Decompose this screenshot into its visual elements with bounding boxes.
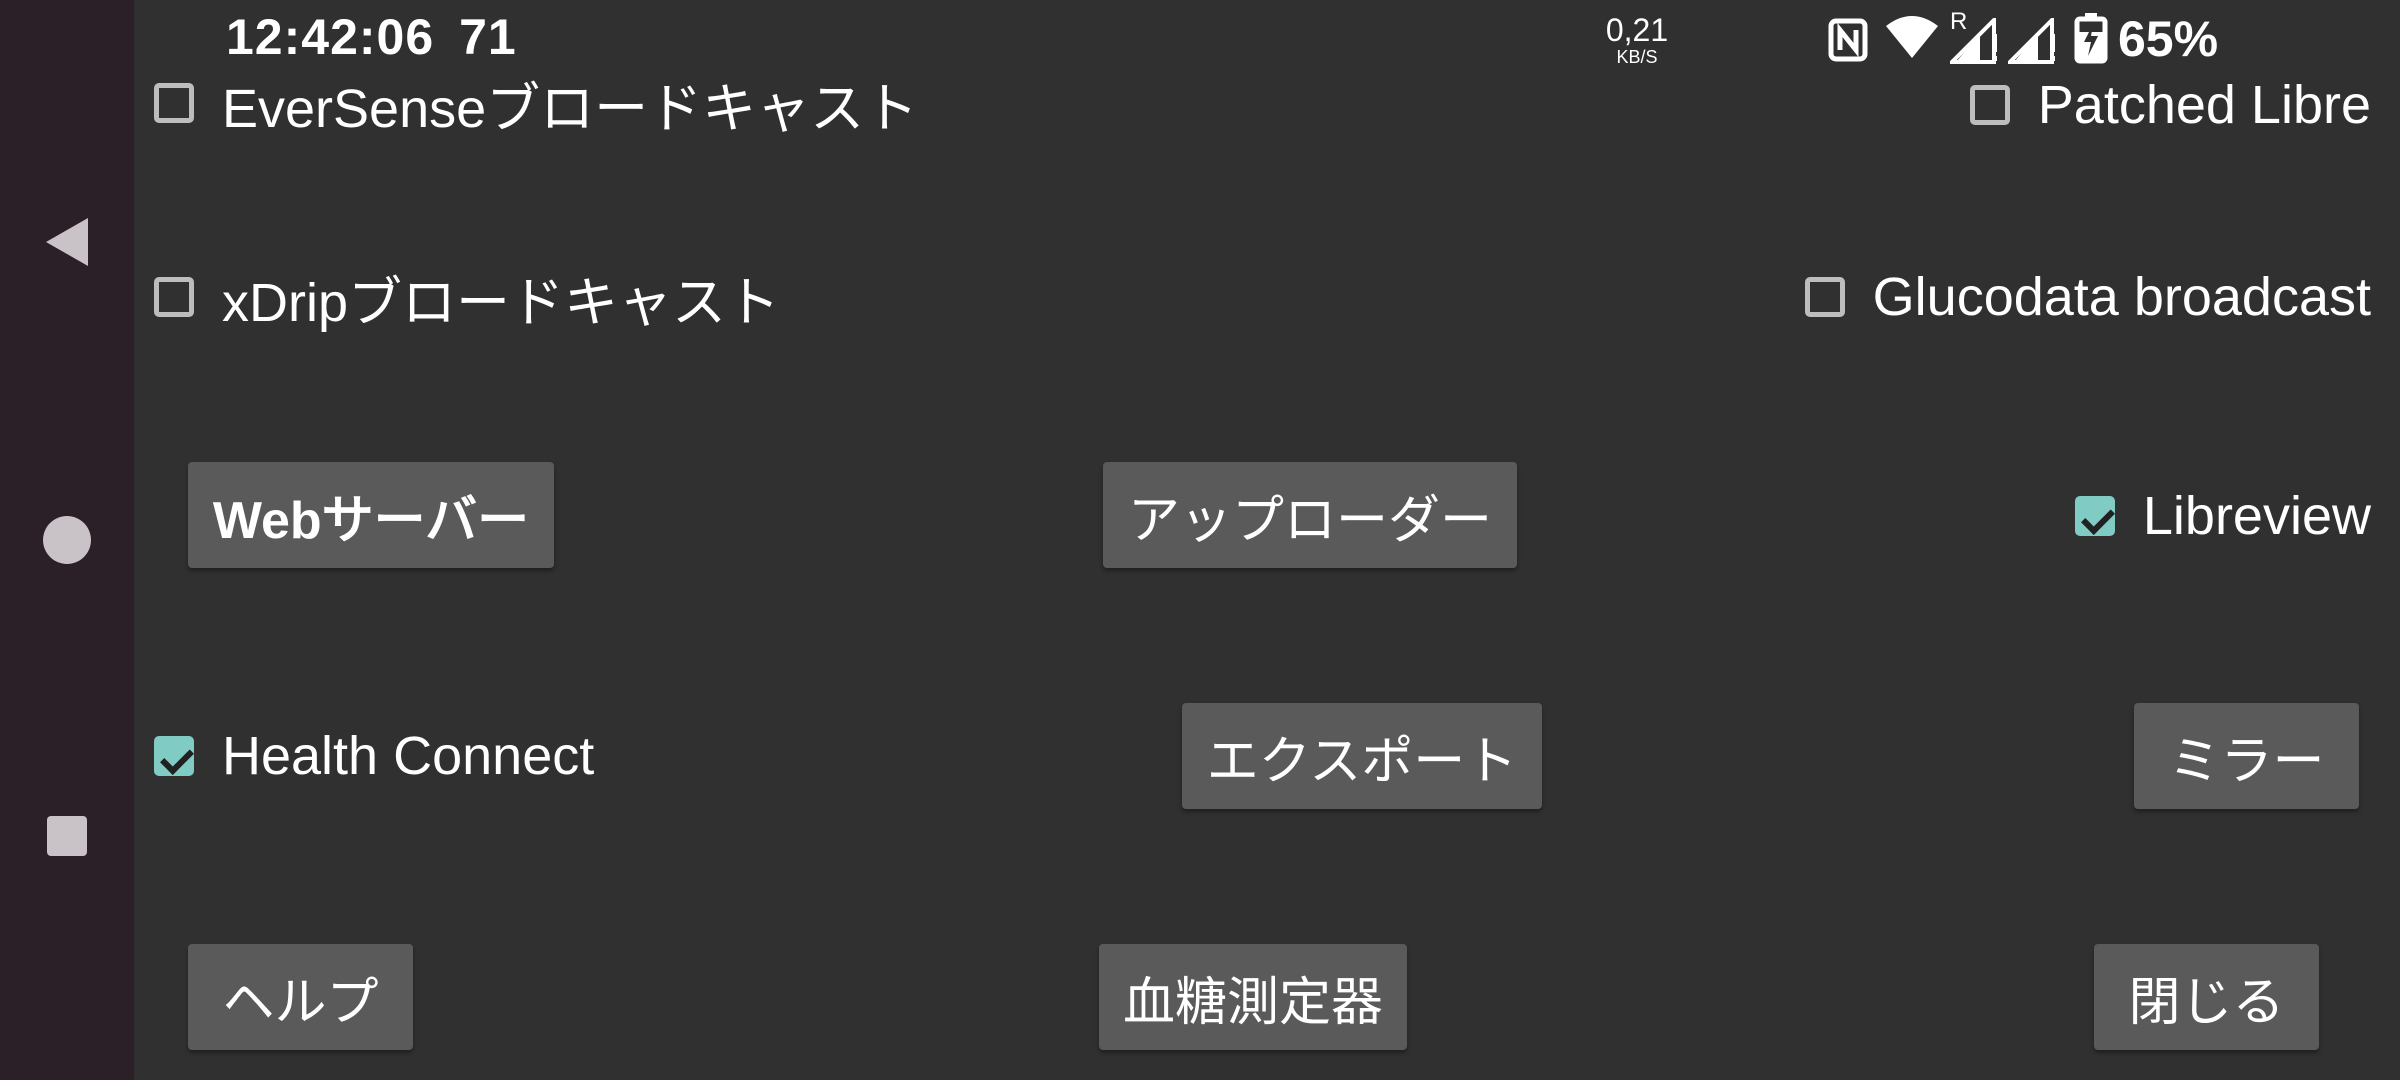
health-connect-checkbox[interactable]: Health Connect	[154, 721, 594, 791]
patched-libre-checkbox[interactable]: Patched Libre	[1969, 70, 2371, 140]
signal-roaming-icon	[1950, 18, 1997, 64]
xdrip-broadcast-label: xDripブロードキャスト	[222, 272, 781, 333]
patched-libre-label: Patched Libre	[2037, 75, 2371, 135]
eversense-broadcast-label: EverSenseブロードキャスト	[222, 78, 919, 139]
eversense-broadcast-checkbox[interactable]: EverSenseブロードキャスト	[154, 68, 918, 139]
web-server-button[interactable]: Webサーバー	[188, 462, 554, 568]
signal-icon	[2008, 18, 2055, 64]
status-clock: 12:42:06 71	[226, 8, 517, 66]
close-button[interactable]: 閉じる	[2094, 944, 2319, 1050]
glucodata-broadcast-box[interactable]	[1804, 277, 1845, 317]
libreview-label: Libreview	[2142, 486, 2371, 546]
help-button[interactable]: ヘルプ	[188, 944, 413, 1050]
mirror-button[interactable]: ミラー	[2134, 703, 2359, 809]
xdrip-broadcast-checkbox[interactable]: xDripブロードキャスト	[154, 262, 780, 333]
notification-count: 71	[459, 9, 517, 65]
xdrip-broadcast-box[interactable]	[154, 277, 194, 317]
battery-charging-icon	[2074, 13, 2108, 64]
health-connect-label: Health Connect	[222, 726, 595, 786]
network-speed-unit: KB/S	[1616, 47, 1658, 67]
battery-percent: 65%	[2118, 11, 2219, 67]
export-button[interactable]: エクスポート	[1182, 703, 1542, 809]
nfc-icon	[1828, 18, 1868, 62]
patched-libre-box[interactable]	[1969, 85, 2010, 125]
uploader-button[interactable]: アップローダー	[1103, 462, 1517, 568]
network-speed: 0,21 KB/S	[1602, 14, 1672, 66]
health-connect-box[interactable]	[154, 736, 194, 776]
clock-time: 12:42:06	[226, 9, 435, 65]
eversense-broadcast-box[interactable]	[154, 83, 194, 123]
recents-icon	[47, 816, 87, 856]
wifi-icon	[1886, 16, 1938, 58]
back-icon	[46, 218, 88, 266]
home-button[interactable]	[0, 480, 134, 600]
network-speed-value: 0,21	[1605, 12, 1669, 48]
back-button[interactable]	[0, 182, 134, 302]
app-screen: 12:42:06 71 0,21 KB/S R 65% EverSenseブロー…	[0, 0, 2400, 1080]
recents-button[interactable]	[0, 776, 134, 896]
libreview-checkbox[interactable]: Libreview	[2074, 481, 2371, 551]
home-icon	[43, 516, 91, 564]
glucodata-broadcast-label: Glucodata broadcast	[1872, 267, 2371, 327]
libreview-box[interactable]	[2074, 496, 2115, 536]
glucodata-broadcast-checkbox[interactable]: Glucodata broadcast	[1804, 262, 2371, 332]
system-navigation-bar	[0, 0, 134, 1080]
glucose-meter-button[interactable]: 血糖測定器	[1099, 944, 1407, 1050]
